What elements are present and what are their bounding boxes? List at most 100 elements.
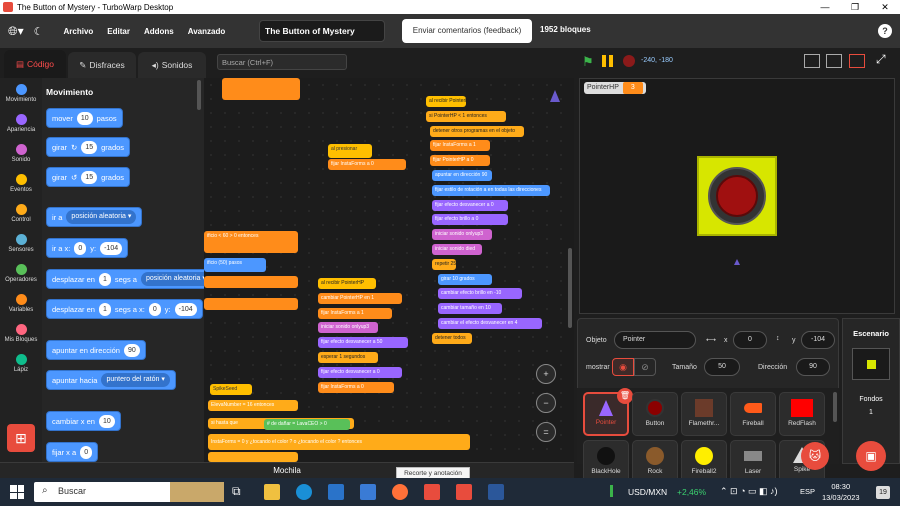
theme-moon-icon[interactable]: ☾ bbox=[34, 25, 44, 38]
add-backdrop-button[interactable]: ▣ bbox=[856, 441, 886, 471]
script-fragment[interactable]: ificio (50) pasos bbox=[204, 258, 266, 272]
category-movimiento[interactable]: Movimiento bbox=[0, 78, 42, 108]
category-control[interactable]: Control bbox=[0, 198, 42, 228]
word-icon[interactable] bbox=[488, 484, 504, 500]
block-input[interactable]: 1 bbox=[98, 302, 111, 316]
category-operadores[interactable]: Operadores bbox=[0, 258, 42, 288]
workspace-scrollbar[interactable] bbox=[568, 248, 572, 328]
block-glide[interactable]: desplazar en1segs aposición aleatoria ▾ bbox=[46, 269, 217, 289]
script-block[interactable]: si PointerHP < 1 entonces bbox=[426, 110, 506, 122]
palette-scrollbar[interactable] bbox=[197, 80, 201, 110]
large-stage-icon[interactable] bbox=[849, 54, 865, 68]
x-input[interactable]: 0 bbox=[733, 331, 767, 349]
stop-icon[interactable] bbox=[623, 55, 635, 67]
script-block[interactable]: fijar efecto desvanecer a 0 bbox=[318, 366, 402, 378]
zoom-out-button[interactable]: − bbox=[536, 393, 556, 413]
show-visible-button[interactable]: ◉ bbox=[612, 358, 634, 376]
sprite-tile-pointer[interactable]: Pointer 🗑︎ bbox=[583, 388, 633, 436]
event-hat-block[interactable]: al recibir PointerHP bbox=[426, 96, 466, 107]
script-block[interactable]: repetir 25 bbox=[432, 258, 456, 270]
script-fragment[interactable] bbox=[222, 78, 300, 100]
category-sonido[interactable]: Sonido bbox=[0, 138, 42, 168]
script-block[interactable]: iniciar sonido died bbox=[432, 244, 482, 255]
tray-icons[interactable]: ⌃ ⊡ ◔ ▭ ◧ ♪) bbox=[720, 486, 778, 497]
clock[interactable]: 08:30 13/03/2023 bbox=[822, 481, 860, 503]
block-glide-xy[interactable]: desplazar en 1 segs a x: 0 y: -104 bbox=[46, 299, 203, 319]
script-block[interactable]: cambiar efecto brillo en -10 bbox=[438, 288, 522, 300]
script-fragment[interactable] bbox=[204, 298, 298, 310]
globe-icon[interactable]: 🌐︎▾ bbox=[8, 24, 24, 39]
category-sensores[interactable]: Sensores bbox=[0, 228, 42, 258]
block-point-towards[interactable]: apuntar hacia puntero del ratón ▾ bbox=[46, 370, 176, 390]
script-fragment[interactable] bbox=[208, 452, 298, 462]
stage-canvas[interactable]: PointerHP 3 bbox=[579, 78, 895, 314]
event-hat-block[interactable]: SpikeSeed bbox=[210, 384, 252, 395]
sprite-tile-flamethrower[interactable]: Flamethr... bbox=[681, 392, 727, 436]
tab-sounds[interactable]: ◂) Sonidos bbox=[138, 52, 206, 78]
sprite-tile-fireball[interactable]: Fireball bbox=[730, 392, 776, 436]
menu-archivo[interactable]: Archivo bbox=[64, 27, 94, 36]
pause-icon[interactable] bbox=[602, 55, 606, 67]
fullscreen-icon[interactable]: ⤢ bbox=[876, 52, 886, 67]
minimize-button[interactable]: — bbox=[810, 0, 840, 14]
block-dropdown[interactable]: posición aleatoria ▾ bbox=[140, 272, 211, 286]
backpack-bar[interactable]: Mochila bbox=[0, 462, 574, 478]
block-input[interactable]: 1 bbox=[98, 272, 111, 286]
script-fragment[interactable]: ificio < 60 > 0 entonces bbox=[204, 231, 298, 253]
feedback-button[interactable]: Enviar comentarios (feedback) bbox=[402, 19, 532, 43]
menu-addons[interactable]: Addons bbox=[144, 27, 174, 36]
script-block[interactable]: apuntar en dirección 90 bbox=[432, 170, 492, 181]
block-input[interactable]: -104 bbox=[100, 241, 123, 255]
backdrop-thumbnail[interactable] bbox=[852, 348, 890, 380]
small-stage-icon[interactable] bbox=[804, 54, 820, 68]
operator-block[interactable]: # de dañar = LavaCEO > 0 bbox=[264, 419, 350, 430]
size-input[interactable]: 50 bbox=[704, 358, 740, 376]
category-lapiz[interactable]: Lápiz bbox=[0, 348, 42, 378]
tab-code[interactable]: ▤ Código bbox=[4, 50, 66, 78]
block-point-direction[interactable]: apuntar en dirección 90 bbox=[46, 340, 146, 360]
project-title-input[interactable]: The Button of Mystery bbox=[259, 20, 385, 42]
windows-start-icon[interactable] bbox=[10, 485, 24, 499]
help-icon[interactable]: ? bbox=[878, 24, 892, 38]
pointer-sprite[interactable] bbox=[734, 259, 740, 265]
script-block[interactable]: fijar InstaForms a 1 bbox=[318, 307, 392, 319]
script-block[interactable]: iniciar sonido onlyup3 bbox=[432, 229, 492, 241]
block-dropdown[interactable]: posición aleatoria ▾ bbox=[66, 210, 137, 224]
mail-icon[interactable] bbox=[328, 484, 344, 500]
category-eventos[interactable]: Eventos bbox=[0, 168, 42, 198]
script-block[interactable]: girar 10 grados bbox=[438, 273, 492, 285]
script-block[interactable]: detener otros programas en el objeto bbox=[430, 125, 524, 137]
turbowarp-icon[interactable] bbox=[456, 484, 472, 500]
sprite-tile-button[interactable]: Button bbox=[632, 392, 678, 436]
script-block[interactable]: fijar efecto desvanecer a 50 bbox=[318, 337, 408, 349]
block-input[interactable]: -104 bbox=[174, 302, 197, 316]
language-indicator[interactable]: ESP bbox=[800, 487, 815, 496]
sprite-name-input[interactable]: Pointer bbox=[614, 331, 696, 349]
block-input[interactable]: 0 bbox=[148, 302, 161, 316]
script-block[interactable]: fijar efecto brillo a 0 bbox=[432, 214, 508, 226]
stage-selector[interactable]: Escenario Fondos 1 ▣ bbox=[842, 318, 900, 471]
tab-costumes[interactable]: ✎ Disfraces bbox=[68, 52, 136, 78]
category-apariencia[interactable]: Apariencia bbox=[0, 108, 42, 138]
script-fragment[interactable] bbox=[204, 276, 298, 288]
block-turn-left[interactable]: girar ↺ 15 grados bbox=[46, 167, 131, 187]
add-sprite-button[interactable]: 🐱︎ bbox=[801, 442, 829, 470]
event-hat-block[interactable]: al recibir PointerHP bbox=[318, 278, 376, 289]
search-input[interactable]: Buscar (Ctrl+F) bbox=[217, 54, 347, 70]
sprite-tile-redflash[interactable]: RedFlash bbox=[779, 392, 825, 436]
maximize-button[interactable]: ❐ bbox=[840, 0, 870, 14]
script-block[interactable]: fijar efecto desvanecer a 0 bbox=[432, 199, 508, 211]
close-window-button[interactable]: ✕ bbox=[870, 0, 900, 14]
script-block[interactable]: detener todos bbox=[432, 332, 472, 344]
app-icon[interactable] bbox=[424, 484, 440, 500]
block-dropdown[interactable]: puntero del ratón ▾ bbox=[101, 373, 170, 387]
button-sprite[interactable] bbox=[697, 156, 777, 236]
block-input[interactable]: 90 bbox=[123, 343, 140, 357]
zoom-in-button[interactable]: + bbox=[536, 364, 556, 384]
direction-input[interactable]: 90 bbox=[796, 358, 830, 376]
script-block[interactable]: fijar estilo de rotación a en todas las … bbox=[432, 184, 550, 196]
block-move[interactable]: mover 10 pasos bbox=[46, 108, 123, 128]
block-input[interactable]: 0 bbox=[74, 241, 87, 255]
script-block[interactable]: iniciar sonido onlyup3 bbox=[318, 322, 378, 334]
block-input[interactable]: 0 bbox=[80, 445, 93, 459]
